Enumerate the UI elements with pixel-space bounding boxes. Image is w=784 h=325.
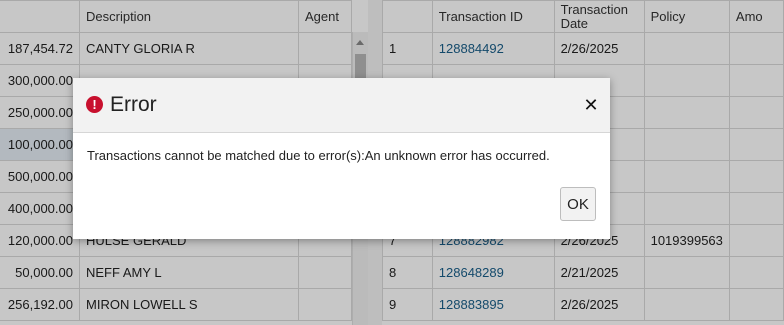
dialog-title: Error bbox=[110, 93, 157, 116]
ok-button[interactable]: OK bbox=[560, 187, 596, 221]
error-dialog: ! Error ✕ Transactions cannot be matched… bbox=[73, 78, 610, 239]
close-icon[interactable]: ✕ bbox=[581, 95, 601, 115]
error-message: Transactions cannot be matched due to er… bbox=[87, 148, 550, 163]
error-exclamation-icon: ! bbox=[86, 96, 103, 113]
dialog-header: ! Error ✕ bbox=[73, 78, 610, 133]
